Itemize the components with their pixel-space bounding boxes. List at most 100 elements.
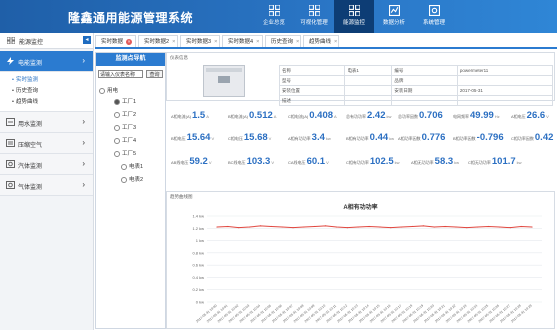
y-tick-label: 0 kw <box>196 300 204 305</box>
radio-icon <box>121 163 127 170</box>
nav-visual[interactable]: 可视化管理 <box>294 0 334 33</box>
sidebar-item-gas[interactable]: 气体监测 › <box>0 175 93 196</box>
data-point[interactable] <box>216 226 218 228</box>
tab-label: 历史查询 <box>271 39 294 45</box>
nav-label: 能源监控 <box>342 20 365 26</box>
subitem-realtime[interactable]: 实时监测 <box>0 75 93 86</box>
tab-history[interactable]: 历史查询 × <box>265 35 301 47</box>
data-point[interactable] <box>531 226 533 228</box>
metric: C相无功功率101.7kw <box>468 156 522 167</box>
tree-node[interactable]: 电表2 <box>121 175 143 183</box>
tab-realtime-1[interactable]: 实时数据 × <box>95 35 136 47</box>
data-point[interactable] <box>379 226 381 228</box>
data-point[interactable] <box>401 226 403 228</box>
data-point[interactable] <box>357 226 359 228</box>
metric: A相电压26.6V <box>511 110 549 121</box>
tree-node[interactable]: 电表1 <box>121 162 143 170</box>
sidebar-item-air[interactable]: 压缩空气 › <box>0 133 93 154</box>
meter-info-box: 仪表信息 名称 电表1 编号 powermeter11 型号 品牌 安装位置 安装日期 20… <box>166 52 555 106</box>
data-point[interactable] <box>477 226 479 228</box>
tree-search-input[interactable]: 请输入仪表名称 <box>98 70 143 78</box>
tab-label: 趋势曲线 <box>309 39 332 45</box>
sidebar-item-steam[interactable]: 汽体监测 › <box>0 154 93 175</box>
y-tick-label: 0.6 kw <box>192 263 204 268</box>
tab-realtime-3[interactable]: 实时数据3 × <box>180 35 220 47</box>
chevron-right-icon: › <box>82 56 85 65</box>
data-point[interactable] <box>335 226 338 228</box>
lightning-icon <box>7 57 14 65</box>
nav-label: 企业总览 <box>262 20 285 26</box>
data-point[interactable] <box>422 225 424 227</box>
data-point[interactable] <box>509 227 511 229</box>
tree-node[interactable]: 工厂1 <box>114 97 136 105</box>
sidebar-item-label: 用水监测 <box>18 122 43 128</box>
tab-trend[interactable]: 趋势曲线 × <box>303 35 339 47</box>
sidebar-item-power[interactable]: 电能监测 › <box>0 51 93 72</box>
close-icon[interactable]: × <box>214 39 217 45</box>
tree-search-button[interactable]: 查询 <box>146 70 163 78</box>
tree-node[interactable]: 工厂2 <box>114 110 136 118</box>
tree-node[interactable]: 工厂4 <box>114 136 136 144</box>
nav-energy-monitor[interactable]: 能源监控 <box>334 0 374 33</box>
data-point[interactable] <box>368 225 370 228</box>
y-tick-label: 0.2 kw <box>192 287 204 292</box>
tree-node-label: 工厂2 <box>122 112 137 118</box>
data-point[interactable] <box>390 227 392 229</box>
tab-label: 实时数据2 <box>144 39 170 45</box>
close-icon[interactable]: × <box>256 39 259 45</box>
tree-title: 监测点导航 <box>96 53 165 66</box>
close-icon[interactable]: × <box>126 39 133 45</box>
data-point[interactable] <box>466 227 468 229</box>
tree-node-label: 工厂4 <box>122 138 137 144</box>
data-point[interactable] <box>303 226 305 228</box>
nav-system[interactable]: 系统管理 <box>414 0 454 33</box>
sidebar-item-water[interactable]: 用水监测 › <box>0 112 93 133</box>
nav-data-analysis[interactable]: 数据分析 <box>374 0 414 33</box>
data-point[interactable] <box>455 226 457 228</box>
y-tick-label: 1.4 kw <box>192 214 204 219</box>
metric: B相电流(A)0.512A <box>228 110 277 121</box>
data-point[interactable] <box>487 225 490 228</box>
metric: C相有功功率102.5kw <box>346 156 400 167</box>
data-point[interactable] <box>248 226 251 228</box>
metric: A相无功功率58.3kw <box>411 156 460 167</box>
tab-realtime-4[interactable]: 实时数据4 × <box>222 35 263 47</box>
nav-label: 数据分析 <box>382 20 405 26</box>
chevron-right-icon: › <box>82 180 85 189</box>
data-point[interactable] <box>227 225 229 228</box>
metric: CA线电压60.1V <box>288 156 329 167</box>
trend-chart-box: 趋势曲线图 A相有功功率 0 kw 0.2 kw 0.4 kw 0.6 kw 0.8 k… <box>166 191 555 329</box>
tree-node[interactable]: 工厂3 <box>114 123 136 131</box>
radio-icon <box>114 150 120 157</box>
collapse-button[interactable]: ◂ <box>83 36 91 44</box>
data-point[interactable] <box>281 226 283 228</box>
radio-icon <box>114 98 120 105</box>
data-point[interactable] <box>270 225 272 228</box>
data-point[interactable] <box>314 225 316 228</box>
data-point[interactable] <box>411 225 414 228</box>
data-point[interactable] <box>498 226 501 228</box>
nav-overview[interactable]: 企业总览 <box>254 0 294 33</box>
data-point[interactable] <box>433 226 435 228</box>
data-point[interactable] <box>520 225 522 228</box>
chevron-right-icon: › <box>82 117 85 126</box>
tree-node[interactable]: 工厂5 <box>114 149 136 157</box>
data-point[interactable] <box>259 225 262 227</box>
close-icon[interactable]: × <box>172 39 175 45</box>
close-icon[interactable]: × <box>296 39 299 45</box>
tab-realtime-2[interactable]: 实时数据2 × <box>138 35 178 47</box>
data-point[interactable] <box>292 227 294 229</box>
metric: C相电流(A)0.408A <box>288 110 337 121</box>
nav-label: 系统管理 <box>422 20 445 26</box>
data-point[interactable] <box>346 227 348 229</box>
metric: BC线电压103.3V <box>228 156 275 167</box>
close-icon[interactable]: × <box>334 39 337 45</box>
gas-icon <box>6 181 15 189</box>
data-point[interactable] <box>238 227 240 229</box>
tree-node[interactable]: 用电 <box>99 86 118 94</box>
subitem-history[interactable]: 历史查询 <box>0 86 93 97</box>
data-point[interactable] <box>325 225 327 227</box>
data-point[interactable] <box>444 225 446 228</box>
subitem-trend[interactable]: 趋势曲线 <box>0 97 93 108</box>
grid-icon <box>308 5 320 16</box>
